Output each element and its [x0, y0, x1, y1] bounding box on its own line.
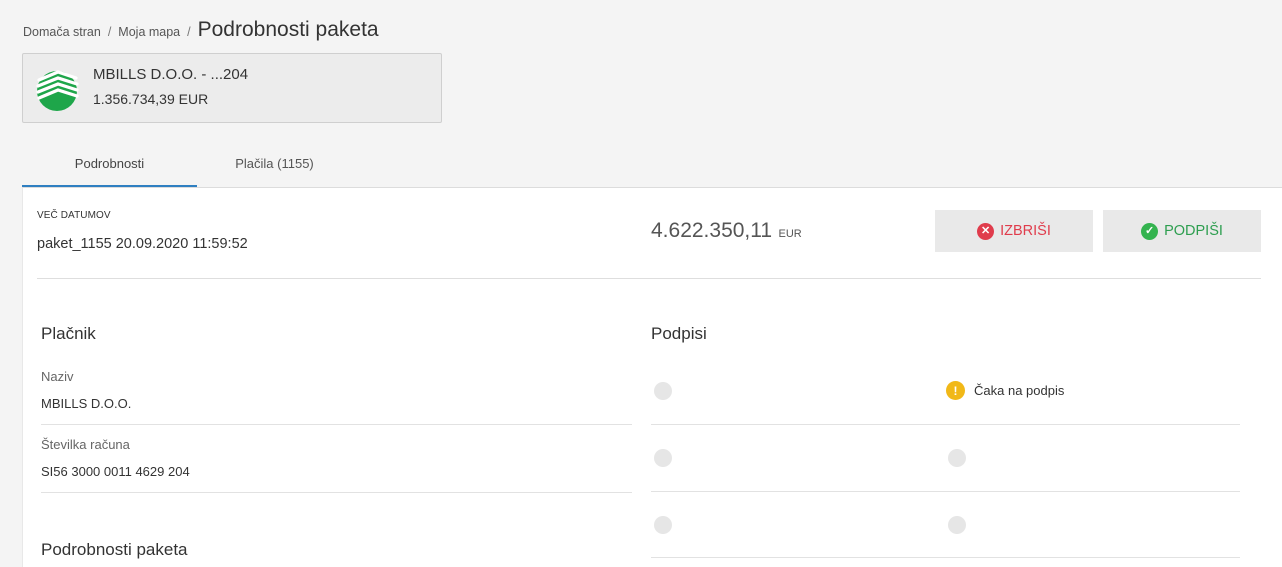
- breadcrumb-home-link[interactable]: Domača stran: [23, 25, 101, 39]
- header-divider: [37, 278, 1261, 279]
- page-title: Podrobnosti paketa: [197, 18, 379, 41]
- signature-placeholder: [654, 449, 672, 467]
- breadcrumb-folder-link[interactable]: Moja mapa: [118, 25, 180, 39]
- signature-divider: [651, 557, 1240, 558]
- package-name: paket_1155 20.09.2020 11:59:52: [37, 236, 248, 252]
- signature-status: ! Čaka na podpis: [946, 381, 1064, 400]
- tab-payments[interactable]: Plačila (1155): [197, 145, 352, 188]
- payer-section-title: Plačnik: [41, 324, 96, 343]
- breadcrumb-separator: /: [187, 25, 191, 39]
- close-circle-icon: ✕: [977, 222, 995, 240]
- date-label: VEČ DATUMOV: [37, 210, 111, 221]
- tab-bar: Podrobnosti Plačila (1155): [22, 145, 352, 188]
- package-details-title: Podrobnosti paketa: [41, 540, 188, 559]
- account-card[interactable]: MBILLS D.O.O. - ...204 1.356.734,39 EUR: [22, 53, 442, 123]
- check-circle-icon: ✓: [1141, 222, 1159, 240]
- breadcrumb: Domača stran / Moja mapa / Podrobnosti p…: [23, 18, 379, 44]
- signature-placeholder: [948, 516, 966, 534]
- sign-button-label: PODPIŠI: [1164, 223, 1223, 239]
- amount-value: 4.622.350,11: [651, 219, 773, 242]
- account-name: MBILLS D.O.O. - ...204: [93, 66, 249, 83]
- field-divider: [41, 424, 632, 425]
- delete-button[interactable]: ✕ IZBRIŠI: [935, 210, 1093, 252]
- signature-placeholder: [654, 382, 672, 400]
- field-label-account-number: Številka računa: [41, 437, 130, 452]
- signature-placeholder: [654, 516, 672, 534]
- signature-divider: [651, 424, 1240, 425]
- warning-circle-icon: !: [946, 381, 965, 400]
- tab-details[interactable]: Podrobnosti: [22, 145, 197, 188]
- sign-button[interactable]: ✓ PODPIŠI: [1103, 210, 1261, 252]
- breadcrumb-separator: /: [107, 25, 112, 39]
- field-label-name: Naziv: [41, 369, 74, 384]
- bank-logo-icon: [36, 70, 79, 111]
- signature-status-text: Čaka na podpis: [974, 383, 1065, 398]
- account-balance: 1.356.734,39 EUR: [93, 91, 209, 107]
- field-value-account-number: SI56 3000 0011 4629 204: [41, 464, 190, 479]
- amount-currency: EUR: [778, 228, 802, 240]
- signatures-section-title: Podpisi: [651, 324, 707, 343]
- field-value-name: MBILLS D.O.O.: [41, 396, 132, 411]
- delete-button-label: IZBRIŠI: [1000, 223, 1051, 239]
- signature-divider: [651, 491, 1240, 492]
- field-divider: [41, 492, 632, 493]
- signature-placeholder: [948, 449, 966, 467]
- package-amount: 4.622.350,11 EUR: [651, 219, 802, 243]
